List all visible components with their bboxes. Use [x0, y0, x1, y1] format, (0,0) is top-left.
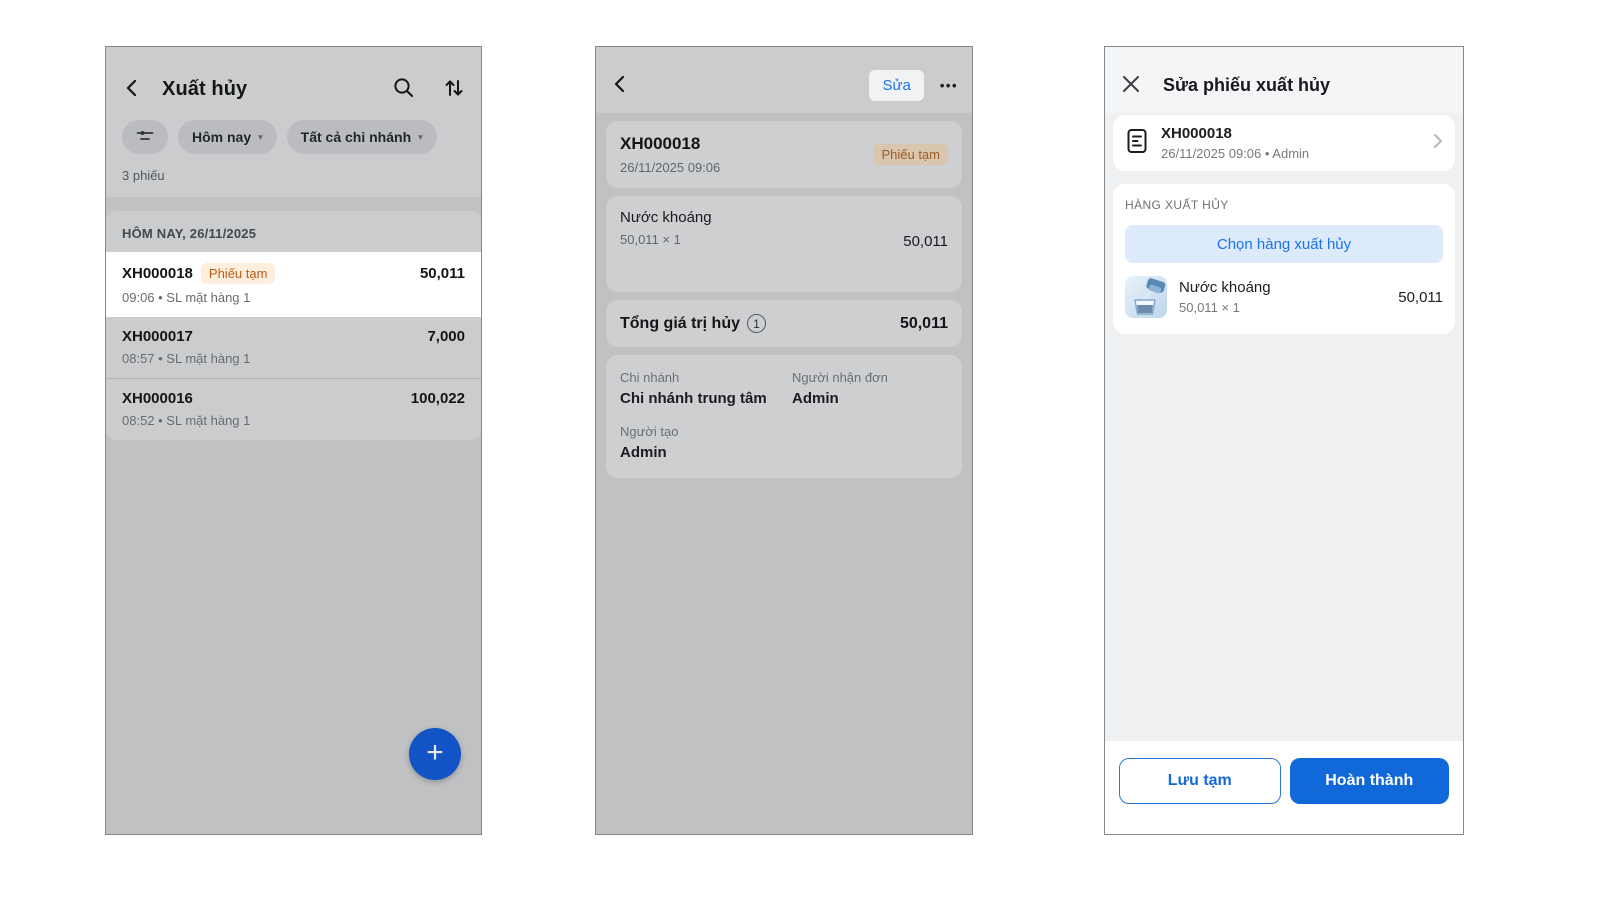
note-meta: 08:52 • SL mặt hàng 1 — [122, 413, 251, 428]
total-card: Tổng giá trị hủy 1 50,011 — [606, 300, 962, 347]
product-qty: 50,011 × 1 — [620, 232, 681, 247]
add-note-fab[interactable]: + — [409, 728, 461, 780]
product-name: Nước khoáng — [620, 209, 712, 226]
items-section-label: HÀNG XUẤT HỦY — [1125, 198, 1229, 212]
product-amount: 50,011 — [903, 233, 948, 250]
note-datetime: 26/11/2025 09:06 — [620, 160, 721, 175]
note-id-block: XH000018 26/11/2025 09:06 — [620, 134, 720, 175]
product-qty: 50,011 × 1 — [1179, 300, 1240, 315]
page-title: Xuất hủy — [162, 77, 248, 100]
detail-body: XH000018 26/11/2025 09:06 Phiếu tạm Nước… — [596, 113, 972, 486]
note-code: XH000018 — [122, 265, 193, 282]
date-filter-label: Hôm nay — [192, 129, 252, 145]
info-value: Chi nhánh trung tâm — [620, 390, 767, 407]
complete-button[interactable]: Hoàn thành — [1289, 758, 1449, 804]
modal-title: Sửa phiếu xuất hủy — [1163, 74, 1331, 95]
result-count: 3 phiếu — [122, 168, 165, 183]
screen-destroy-list: Xuất hủy Hôm nay ▾ Tất cả chi nhánh ▾ 3 … — [105, 46, 482, 835]
note-code: XH000016 — [122, 390, 193, 407]
modal-header: Sửa phiếu xuất hủy — [1105, 47, 1463, 113]
branch-filter-label: Tất cả chi nhánh — [300, 129, 412, 145]
list-header: Xuất hủy Hôm nay ▾ Tất cả chi nhánh ▾ 3 … — [106, 47, 481, 197]
sort-arrows-icon — [443, 77, 465, 102]
product-block: Nước khoáng 50,011 × 1 — [620, 209, 712, 247]
product-texts: Nước khoáng 50,011 × 1 — [1179, 279, 1271, 315]
note-info-row[interactable]: XH000018 26/11/2025 09:06 • Admin — [1113, 115, 1455, 171]
plus-icon: + — [426, 736, 444, 769]
list-section-header: HÔM NAY, 26/11/2025 — [122, 226, 257, 241]
total-amount: 50,011 — [899, 314, 948, 332]
note-meta: 26/11/2025 09:06 • Admin — [1161, 146, 1310, 161]
chevron-right-icon — [1433, 133, 1443, 154]
info-label: Chi nhánh — [620, 370, 680, 385]
screen-edit-note: Sửa phiếu xuất hủy XH000018 26/11/2025 0… — [1104, 46, 1464, 835]
navbar-actions — [392, 76, 465, 102]
filter-icon — [135, 129, 155, 146]
info-label: Người tạo — [620, 424, 679, 439]
caret-down-icon: ▾ — [258, 131, 263, 142]
screen-note-detail: Sửa ••• XH000018 26/11/2025 09:06 Phiếu … — [595, 46, 973, 835]
note-row-xh000016[interactable]: XH000016 100,022 08:52 • SL mặt hàng 1 — [106, 378, 481, 440]
caret-down-icon: ▾ — [418, 131, 423, 142]
back-button[interactable] — [122, 77, 142, 102]
info-branch: Chi nhánh Chi nhánh trung tâm — [620, 370, 792, 407]
note-amount: 50,011 — [419, 265, 465, 282]
document-icon — [1125, 127, 1149, 160]
status-badge: Phiếu tạm — [200, 263, 276, 284]
page-canvas: Xuất hủy Hôm nay ▾ Tất cả chi nhánh ▾ 3 … — [0, 0, 1600, 900]
filter-button[interactable] — [122, 120, 168, 154]
note-meta: 08:57 • SL mặt hàng 1 — [122, 351, 251, 366]
note-row-xh000018[interactable]: XH000018 Phiếu tạm 50,011 09:06 • SL mặt… — [106, 252, 481, 317]
detail-actions: Sửa ••• — [869, 69, 958, 101]
info-value: Admin — [792, 390, 839, 407]
product-line-card: Nước khoáng 50,011 × 1 50,011 — [606, 196, 962, 292]
items-card: HÀNG XUẤT HỦY Chọn hàng xuất hủy Nước kh… — [1113, 184, 1455, 334]
close-button[interactable] — [1121, 74, 1141, 97]
branch-filter-chip[interactable]: Tất cả chi nhánh ▾ — [286, 120, 437, 154]
info-card: Chi nhánh Chi nhánh trung tâm Người nhận… — [606, 355, 962, 478]
product-row[interactable]: Nước khoáng 50,011 × 1 50,011 — [1125, 276, 1443, 318]
search-icon — [392, 76, 415, 102]
select-items-button[interactable]: Chọn hàng xuất hủy — [1125, 225, 1443, 263]
product-name: Nước khoáng — [1179, 279, 1271, 296]
chevron-left-icon — [122, 77, 142, 102]
filter-chips: Hôm nay ▾ Tất cả chi nhánh ▾ — [122, 120, 465, 154]
more-options-icon[interactable]: ••• — [940, 78, 958, 93]
edit-button[interactable]: Sửa — [869, 69, 924, 101]
note-summary-card: XH000018 26/11/2025 09:06 Phiếu tạm — [606, 121, 962, 188]
close-icon — [1121, 74, 1141, 97]
save-draft-button[interactable]: Lưu tạm — [1119, 758, 1281, 804]
note-meta: 09:06 • SL mặt hàng 1 — [122, 290, 251, 305]
list-navbar: Xuất hủy — [122, 71, 465, 107]
product-image — [1125, 276, 1167, 318]
sort-button[interactable] — [443, 77, 465, 102]
note-code: XH000018 — [1161, 125, 1232, 142]
notes-list-card: HÔM NAY, 26/11/2025 XH000018 Phiếu tạm 5… — [106, 211, 481, 440]
item-count-circle-icon: 1 — [747, 314, 766, 333]
note-code: XH000017 — [122, 328, 193, 345]
status-badge: Phiếu tạm — [873, 144, 948, 165]
info-creator: Người tạo Admin — [620, 424, 792, 461]
modal-footer: Lưu tạm Hoàn thành — [1105, 741, 1463, 834]
note-row-xh000017[interactable]: XH000017 7,000 08:57 • SL mặt hàng 1 — [106, 317, 481, 378]
note-amount: 7,000 — [427, 328, 465, 345]
back-button[interactable] — [610, 73, 630, 98]
detail-navbar: Sửa ••• — [596, 47, 972, 113]
info-label: Người nhận đơn — [792, 370, 888, 385]
note-amount: 100,022 — [410, 390, 465, 407]
note-info-texts: XH000018 26/11/2025 09:06 • Admin — [1161, 125, 1309, 161]
total-label: Tổng giá trị hủy — [620, 314, 740, 332]
info-receiver: Người nhận đơn Admin — [792, 370, 948, 407]
note-code: XH000018 — [620, 134, 701, 153]
product-amount: 50,011 — [1398, 288, 1443, 306]
date-filter-chip[interactable]: Hôm nay ▾ — [178, 120, 277, 154]
info-value: Admin — [620, 444, 667, 461]
search-button[interactable] — [392, 76, 415, 102]
chevron-left-icon — [610, 73, 630, 98]
